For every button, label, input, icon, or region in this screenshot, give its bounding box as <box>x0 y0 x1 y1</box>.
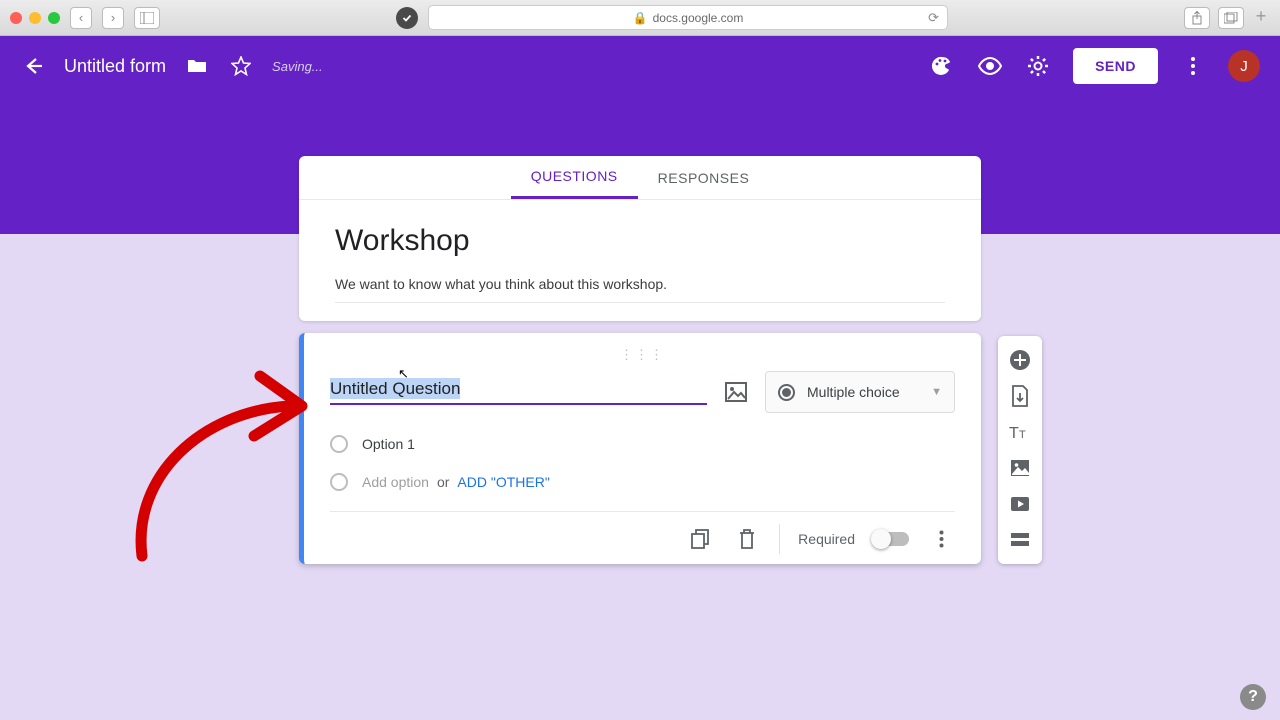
required-label: Required <box>798 531 855 547</box>
trash-icon <box>738 529 756 549</box>
window-controls <box>10 12 60 24</box>
close-window-icon[interactable] <box>10 12 22 24</box>
radio-empty-icon <box>330 473 348 491</box>
or-text: or <box>437 474 449 490</box>
browser-forward-button[interactable]: › <box>102 7 124 29</box>
divider <box>779 524 780 554</box>
question-type-label: Multiple choice <box>807 384 919 400</box>
option-label[interactable]: Option 1 <box>362 436 415 452</box>
delete-button[interactable] <box>733 525 761 553</box>
svg-text:T: T <box>1019 429 1026 441</box>
plus-circle-icon <box>1009 349 1031 371</box>
minimize-window-icon[interactable] <box>29 12 41 24</box>
reader-view-icon[interactable] <box>396 7 418 29</box>
arrow-left-icon <box>22 55 44 77</box>
star-button[interactable] <box>228 53 254 79</box>
new-tab-button[interactable]: + <box>1252 9 1270 27</box>
tabs-button[interactable] <box>1218 7 1244 29</box>
more-vert-icon <box>939 530 944 548</box>
question-footer: Required <box>330 511 955 554</box>
customize-theme-button[interactable] <box>929 53 955 79</box>
question-title-input[interactable]: Untitled Question ↖ <box>330 379 707 405</box>
required-toggle[interactable] <box>873 532 909 546</box>
help-button[interactable]: ? <box>1240 684 1266 710</box>
lock-icon: 🔒 <box>633 11 648 25</box>
doc-title[interactable]: Untitled form <box>64 56 166 77</box>
text-icon: TT <box>1009 423 1031 441</box>
folder-icon <box>187 57 207 75</box>
chevron-down-icon: ▼ <box>931 386 942 398</box>
settings-button[interactable] <box>1025 53 1051 79</box>
more-menu-button[interactable] <box>1180 53 1206 79</box>
add-image-button-toolbar[interactable] <box>998 450 1042 486</box>
image-icon <box>1010 459 1030 477</box>
form-tabs: QUESTIONS RESPONSES <box>299 156 981 200</box>
cursor-icon: ↖ <box>398 366 409 382</box>
move-to-folder-button[interactable] <box>184 53 210 79</box>
add-option-button[interactable]: Add option <box>362 474 429 490</box>
drag-handle-icon[interactable]: ⋮⋮⋮ <box>330 347 955 363</box>
reload-icon[interactable]: ⟳ <box>928 10 939 26</box>
add-image-button[interactable] <box>723 379 749 405</box>
tabs-icon <box>1224 12 1238 24</box>
tab-responses[interactable]: RESPONSES <box>638 156 770 199</box>
section-icon <box>1010 532 1030 548</box>
star-icon <box>231 56 251 76</box>
question-card: ⋮⋮⋮ Untitled Question ↖ Multiple choice … <box>299 333 981 564</box>
eye-icon <box>978 57 1002 75</box>
gear-icon <box>1027 55 1049 77</box>
image-icon <box>725 381 747 403</box>
app-bar: Untitled form Saving... SEND J <box>0 36 1280 96</box>
video-icon <box>1010 496 1030 512</box>
add-option-row: Add option or ADD "OTHER" <box>330 473 955 491</box>
add-section-button[interactable] <box>998 522 1042 558</box>
browser-sidebar-button[interactable] <box>134 7 160 29</box>
question-title-text: Untitled Question <box>330 378 460 399</box>
duplicate-button[interactable] <box>687 525 715 553</box>
form-description[interactable]: We want to know what you think about thi… <box>335 276 945 303</box>
help-icon: ? <box>1248 688 1258 706</box>
share-icon <box>1191 11 1203 25</box>
more-vert-icon <box>1190 56 1196 76</box>
send-button[interactable]: SEND <box>1073 48 1158 84</box>
form-header-card: QUESTIONS RESPONSES Workshop We want to … <box>299 156 981 321</box>
url-host: docs.google.com <box>653 11 744 25</box>
add-other-button[interactable]: ADD "OTHER" <box>457 474 549 490</box>
import-file-icon <box>1010 385 1030 407</box>
back-button[interactable] <box>20 53 46 79</box>
import-questions-button[interactable] <box>998 378 1042 414</box>
svg-text:T: T <box>1009 425 1019 441</box>
question-type-dropdown[interactable]: Multiple choice ▼ <box>765 371 955 413</box>
address-bar[interactable]: 🔒 docs.google.com ⟳ <box>428 5 948 30</box>
browser-chrome: ‹ › 🔒 docs.google.com ⟳ + <box>0 0 1280 36</box>
copy-icon <box>691 529 711 549</box>
floating-toolbar: TT <box>998 336 1042 564</box>
browser-back-button[interactable]: ‹ <box>70 7 92 29</box>
add-question-button[interactable] <box>998 342 1042 378</box>
tab-questions[interactable]: QUESTIONS <box>511 156 638 199</box>
add-video-button[interactable] <box>998 486 1042 522</box>
maximize-window-icon[interactable] <box>48 12 60 24</box>
option-row[interactable]: Option 1 <box>330 435 955 453</box>
question-more-button[interactable] <box>927 525 955 553</box>
share-button[interactable] <box>1184 7 1210 29</box>
radio-empty-icon <box>330 435 348 453</box>
radio-icon <box>778 384 795 401</box>
saving-indicator: Saving... <box>272 59 323 74</box>
palette-icon <box>931 55 953 77</box>
account-avatar[interactable]: J <box>1228 50 1260 82</box>
sidebar-icon <box>140 12 154 24</box>
preview-button[interactable] <box>977 53 1003 79</box>
form-title[interactable]: Workshop <box>335 224 945 258</box>
add-title-button[interactable]: TT <box>998 414 1042 450</box>
